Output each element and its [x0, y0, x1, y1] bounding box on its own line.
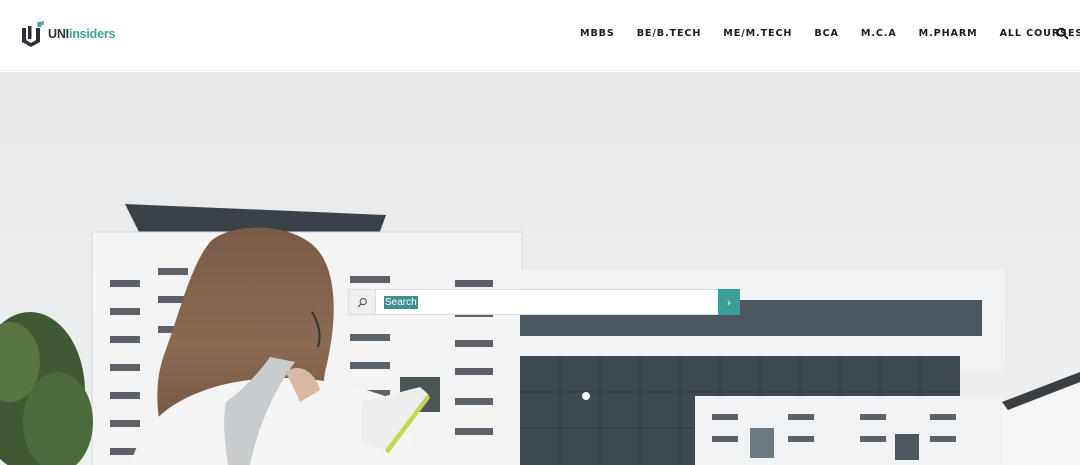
site-header: UNIinsiders MBBS BE/B.TECH ME/M.TECH BCA… [0, 0, 1080, 71]
nav-item-mpharm[interactable]: M.PHARM [919, 28, 978, 39]
site-logo[interactable]: UNIinsiders [20, 20, 115, 48]
logo-text: UNIinsiders [48, 27, 116, 41]
hero-banner [0, 72, 1080, 465]
search-input-wrapper [376, 289, 718, 315]
chevron-right-icon: › [726, 295, 732, 309]
nav-item-mca[interactable]: M.C.A [861, 28, 897, 39]
nav-item-me-mtech[interactable]: ME/M.TECH [723, 28, 792, 39]
search-icon [357, 297, 367, 307]
hero-search-bar: Search › [348, 289, 740, 315]
search-icon [1056, 27, 1069, 40]
nav-item-be-btech[interactable]: BE/B.TECH [637, 28, 702, 39]
main-nav: MBBS BE/B.TECH ME/M.TECH BCA M.C.A M.PHA… [580, 26, 1080, 40]
search-icon-box [348, 289, 376, 315]
search-submit-button[interactable]: › [718, 289, 740, 315]
hero-photo [0, 72, 1080, 465]
search-input[interactable] [384, 292, 718, 312]
nav-item-bca[interactable]: BCA [814, 28, 838, 39]
logo-icon [22, 21, 44, 47]
nav-item-mbbs[interactable]: MBBS [580, 28, 615, 39]
header-search-button[interactable] [1056, 27, 1069, 40]
